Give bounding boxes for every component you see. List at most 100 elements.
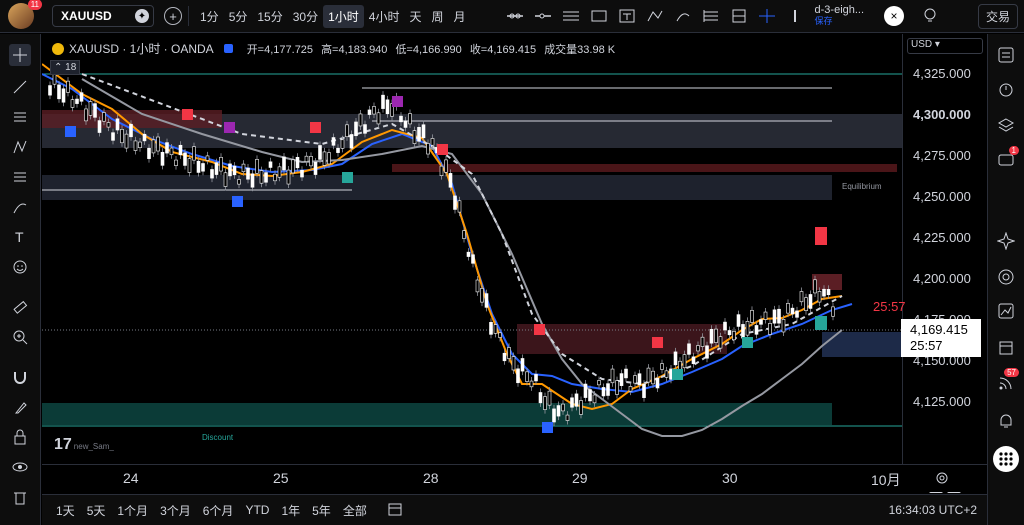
time-axis-settings-icon[interactable] xyxy=(935,471,949,488)
sell-signal-marker[interactable] xyxy=(815,227,827,245)
chat-icon[interactable]: 1 xyxy=(995,146,1019,172)
range-ytd[interactable]: YTD xyxy=(239,503,275,517)
watchlist-icon[interactable] xyxy=(995,44,1017,66)
candle-body xyxy=(282,156,286,171)
price-label: 4,325.000 xyxy=(913,66,971,81)
buy-marker-1[interactable] xyxy=(65,126,76,137)
fib-retracement-icon[interactable] xyxy=(9,166,31,188)
signal-marker-2[interactable] xyxy=(224,122,235,133)
date-range-icon[interactable] xyxy=(387,501,403,520)
pattern-tool-icon[interactable] xyxy=(9,136,31,158)
zoom-in-icon[interactable] xyxy=(9,326,31,348)
supply-block-2 xyxy=(392,164,897,172)
notifications-icon[interactable] xyxy=(995,410,1017,432)
target-icon[interactable] xyxy=(995,266,1017,288)
sell-marker-5[interactable] xyxy=(437,144,448,155)
candle-body xyxy=(430,138,435,146)
range-1d[interactable]: 1天 xyxy=(50,502,81,519)
candle-body xyxy=(318,145,322,160)
timeframe-1m[interactable]: 1分 xyxy=(195,5,224,28)
market-status-icon xyxy=(223,44,233,53)
clock-timezone[interactable]: 16:34:03 UTC+2 xyxy=(889,503,977,517)
symbol-compare-icon[interactable]: ✦ xyxy=(135,9,149,23)
timeframe-1mo[interactable]: 月 xyxy=(449,5,471,28)
signal-stream-icon[interactable]: 57 xyxy=(995,368,1019,394)
sell-marker-6[interactable] xyxy=(534,324,545,335)
candle-body xyxy=(327,152,331,165)
layers-icon[interactable] xyxy=(995,114,1017,136)
ideas-icon[interactable] xyxy=(995,230,1017,252)
range-3m[interactable]: 3个月 xyxy=(154,502,197,519)
range-5d[interactable]: 5天 xyxy=(81,502,112,519)
sell-marker-3[interactable] xyxy=(310,122,321,133)
sell-marker-1[interactable] xyxy=(182,109,193,120)
user-avatar[interactable]: 11 xyxy=(8,0,42,29)
magnet-icon[interactable] xyxy=(9,366,31,388)
timeframe-30m[interactable]: 30分 xyxy=(288,5,323,28)
svg-text:T: T xyxy=(15,229,24,245)
timeframe-4h[interactable]: 4小时 xyxy=(364,5,405,28)
signal-marker-4[interactable] xyxy=(392,96,403,107)
path-tool-icon[interactable] xyxy=(641,6,669,26)
trade-button[interactable]: 交易 xyxy=(977,3,1018,29)
save-label[interactable]: 保存 xyxy=(815,16,865,27)
buy-marker-5[interactable] xyxy=(672,369,683,380)
chart-pattern-icon[interactable] xyxy=(995,300,1017,322)
close-script-icon[interactable]: × xyxy=(884,6,905,26)
chart-canvas[interactable]: Equilibrium Discount xyxy=(42,34,902,464)
buy-marker-3[interactable] xyxy=(542,422,553,433)
buy-marker-2[interactable] xyxy=(232,196,243,207)
brush-tool-icon[interactable] xyxy=(669,6,697,26)
lock-drawing-icon[interactable] xyxy=(9,396,31,418)
text-icon[interactable]: T xyxy=(9,226,31,248)
candle-body xyxy=(574,393,579,407)
add-symbol-button[interactable]: + xyxy=(164,7,182,25)
price-axis[interactable]: USD ▾ 4,325.000 4,300.000 4,275.000 4,25… xyxy=(873,34,987,493)
timeframe-1d[interactable]: 天 xyxy=(404,5,426,28)
horizontal-lines-icon[interactable] xyxy=(9,106,31,128)
crosshair-icon[interactable] xyxy=(9,44,31,66)
range-1m[interactable]: 1个月 xyxy=(111,502,154,519)
trendline-tool-icon[interactable] xyxy=(501,6,529,26)
candle-body xyxy=(331,137,336,146)
calendar-icon[interactable] xyxy=(995,336,1017,358)
currency-select[interactable]: USD ▾ xyxy=(907,38,983,54)
range-1y[interactable]: 1年 xyxy=(275,502,306,519)
symbol-search[interactable]: XAUUSD ✦ xyxy=(52,5,154,27)
candle-body xyxy=(273,173,277,182)
brush-icon[interactable] xyxy=(9,196,31,218)
buy-marker-4[interactable] xyxy=(342,172,353,183)
time-axis[interactable]: 24 25 28 29 30 10月 xyxy=(42,464,987,492)
timeframe-15m[interactable]: 15分 xyxy=(252,5,287,28)
trash-icon[interactable] xyxy=(9,486,31,508)
idea-bulb-icon[interactable] xyxy=(916,6,944,26)
timeframe-5m[interactable]: 5分 xyxy=(224,5,253,28)
range-6m[interactable]: 6个月 xyxy=(197,502,240,519)
lock-icon[interactable] xyxy=(9,426,31,448)
horizontal-ray-icon[interactable] xyxy=(529,6,557,26)
rectangle-tool-icon[interactable] xyxy=(585,6,613,26)
ruler-icon[interactable] xyxy=(9,296,31,318)
timeframe-1w[interactable]: 周 xyxy=(426,5,448,28)
indicator-count-toggle[interactable]: ⌃ 18 xyxy=(50,60,81,75)
sell-marker-7[interactable] xyxy=(652,337,663,348)
trendline-icon[interactable] xyxy=(9,76,31,98)
fib-tool-icon[interactable] xyxy=(697,6,725,26)
text-tool-icon[interactable] xyxy=(613,6,641,26)
parallel-channel-icon[interactable] xyxy=(557,6,585,26)
long-position-icon[interactable] xyxy=(725,6,753,26)
eye-icon[interactable] xyxy=(9,456,31,478)
alert-clock-icon[interactable] xyxy=(995,78,1017,100)
crosshair-tool-icon[interactable] xyxy=(753,6,781,26)
pencil-tool-icon[interactable] xyxy=(781,6,809,26)
apps-grid-icon[interactable] xyxy=(993,446,1019,472)
price-chart[interactable]: Equilibrium Discount XAUUSD · 1小时 · OAND… xyxy=(42,34,902,464)
legend-title[interactable]: XAUUSD · 1小时 · OANDA xyxy=(69,40,214,57)
script-name[interactable]: d-3-eigh... 保存 xyxy=(815,5,865,27)
range-5y[interactable]: 5年 xyxy=(306,502,337,519)
emoji-icon[interactable] xyxy=(9,256,31,278)
timeframe-1h[interactable]: 1小时 xyxy=(323,4,364,28)
buy-marker-6[interactable] xyxy=(742,337,753,348)
range-all[interactable]: 全部 xyxy=(337,502,373,519)
buy-signal-marker[interactable] xyxy=(815,316,827,330)
